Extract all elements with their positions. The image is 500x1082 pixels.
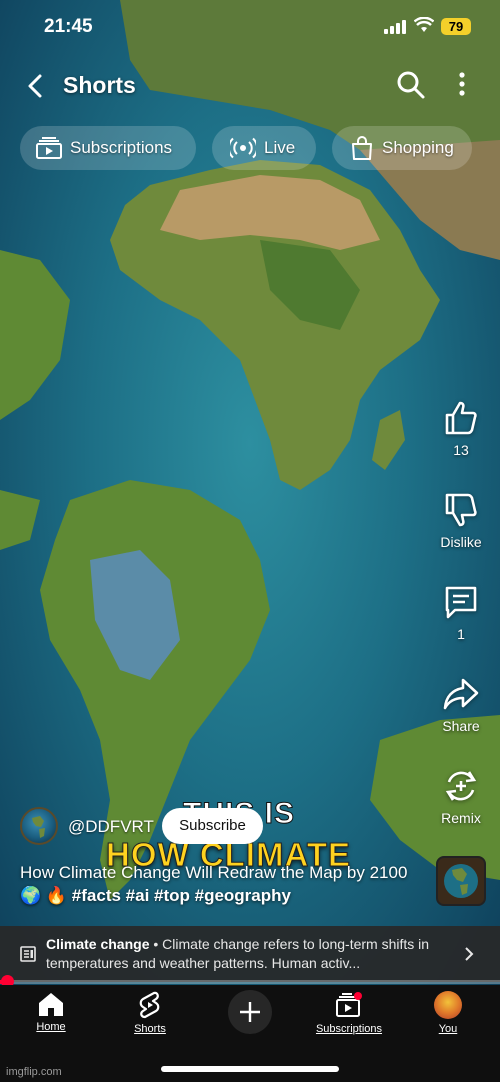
comment-icon <box>445 586 477 619</box>
channel-handle[interactable]: @DDFVRT <box>68 817 154 837</box>
chip-label: Shopping <box>382 138 454 157</box>
nav-you[interactable]: You <box>403 991 493 1035</box>
chevron-right-icon <box>465 947 474 961</box>
nav-label: Home <box>36 1021 66 1033</box>
topic-title: Climate change <box>46 936 150 952</box>
nav-label: Shorts <box>134 1023 166 1035</box>
subscriptions-icon <box>336 992 362 1017</box>
shorts-header: Shorts <box>0 62 500 110</box>
comments-button[interactable]: 1 <box>426 584 496 642</box>
info-panel-icon <box>20 946 36 962</box>
like-count: 13 <box>453 442 469 458</box>
topic-info-banner[interactable]: Climate change • Climate change refers t… <box>0 926 500 982</box>
video-hashtags[interactable]: #facts #ai #top #geography <box>72 886 291 905</box>
notification-dot <box>354 992 362 1000</box>
sound-thumbnail[interactable] <box>436 856 486 906</box>
subscribe-button[interactable]: Subscribe <box>162 808 263 844</box>
avatar <box>434 991 462 1019</box>
shorts-icon <box>139 991 160 1019</box>
back-arrow-icon[interactable] <box>20 70 52 102</box>
like-button[interactable]: 13 <box>426 400 496 458</box>
thumbs-down-icon <box>445 493 477 527</box>
chip-live[interactable]: Live <box>212 126 316 170</box>
nav-label: You <box>438 1023 458 1035</box>
home-indicator[interactable] <box>161 1066 339 1072</box>
more-options-icon[interactable] <box>458 72 466 96</box>
chip-label: Subscriptions <box>70 138 173 157</box>
nav-subscriptions[interactable]: Subscriptions <box>304 991 394 1035</box>
share-arrow-icon <box>443 678 479 710</box>
wifi-icon <box>414 17 434 32</box>
nav-label: Subscriptions <box>315 1023 383 1035</box>
topic-separator: • <box>149 936 163 952</box>
nav-shorts[interactable]: Shorts <box>105 991 195 1035</box>
topic-banner-text: Climate change • Climate change refers t… <box>46 935 454 973</box>
status-time: 21:45 <box>44 16 93 37</box>
nav-home[interactable]: Home <box>6 991 96 1033</box>
video-title[interactable]: How Climate Change Will Redraw the Map b… <box>20 861 430 907</box>
remix-icon <box>445 771 477 801</box>
subscriptions-icon <box>36 137 62 159</box>
chip-subscriptions[interactable]: Subscriptions <box>20 126 196 170</box>
cellular-signal-icon <box>384 20 406 34</box>
dislike-button[interactable]: Dislike <box>426 492 496 550</box>
shopping-bag-icon <box>352 136 372 160</box>
live-icon <box>230 137 256 159</box>
chip-label: Live <box>264 138 296 157</box>
comments-count: 1 <box>457 626 465 642</box>
create-button[interactable] <box>228 990 272 1034</box>
watermark: imgflip.com <box>6 1066 62 1078</box>
share-label: Share <box>442 718 480 734</box>
status-bar: 21:45 79 <box>0 0 500 54</box>
video-progress-bar[interactable] <box>0 975 500 988</box>
page-title: Shorts <box>63 72 136 98</box>
battery-indicator: 79 <box>441 18 471 35</box>
globe-thumbnail-icon <box>444 864 478 898</box>
globe-icon <box>32 816 45 838</box>
home-icon <box>39 993 63 1016</box>
share-button[interactable]: Share <box>426 676 496 734</box>
chip-shopping[interactable]: Shopping <box>332 126 472 170</box>
remix-button[interactable]: Remix <box>426 768 496 826</box>
create-plus-icon <box>240 1002 260 1022</box>
channel-avatar[interactable] <box>20 807 58 845</box>
thumbs-up-icon <box>445 401 477 435</box>
dislike-label: Dislike <box>440 534 482 550</box>
search-icon[interactable] <box>396 70 426 100</box>
remix-label: Remix <box>441 810 481 826</box>
